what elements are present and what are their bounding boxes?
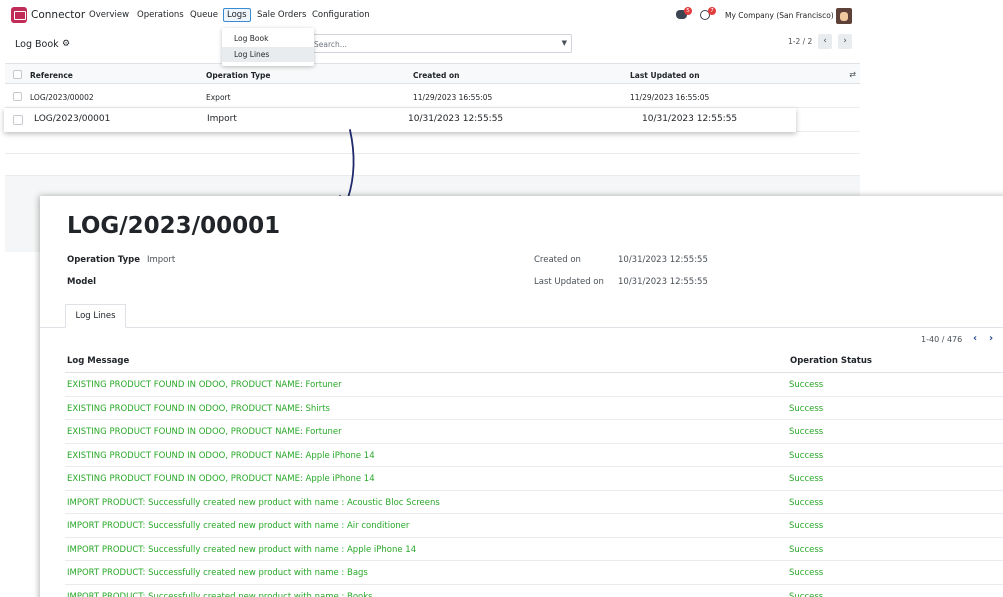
cell-operation-type: Import (207, 114, 237, 124)
menu-sale-orders[interactable]: Sale Orders (257, 10, 306, 20)
operation-status-cell: Success (789, 474, 824, 484)
menu-logs[interactable]: Logs (223, 8, 251, 22)
last-updated-on-value: 10/31/2023 12:55:55 (618, 277, 708, 287)
column-log-message[interactable]: Log Message (67, 356, 129, 366)
column-last-updated-on[interactable]: Last Updated on (630, 71, 700, 80)
menu-configuration[interactable]: Configuration (312, 10, 370, 20)
breadcrumb: Log Book (15, 39, 59, 50)
dropdown-item-log-book[interactable]: Log Book (222, 31, 314, 46)
log-message-cell: EXISTING PRODUCT FOUND IN ODOO, PRODUCT … (67, 403, 330, 414)
model-label: Model (67, 277, 97, 287)
table-row[interactable]: IMPORT PRODUCT: Successfully created new… (65, 491, 1003, 514)
cell-reference: LOG/2023/00002 (30, 93, 94, 102)
log-message-cell: EXISTING PRODUCT FOUND IN ODOO, PRODUCT … (67, 380, 342, 390)
menu-operations[interactable]: Operations (137, 10, 184, 20)
created-on-label: Created on (534, 255, 581, 265)
list-header: Reference Operation Type Created on Last… (5, 63, 860, 84)
operation-status-cell: Success (789, 497, 824, 508)
operation-type-label: Operation Type (67, 255, 141, 265)
cell-reference: LOG/2023/00001 (34, 114, 111, 124)
connector-app-icon[interactable] (11, 7, 27, 23)
tab-divider (40, 327, 1003, 328)
operation-status-cell: Success (789, 568, 824, 578)
log-message-cell: EXISTING PRODUCT FOUND IN ODOO, PRODUCT … (67, 474, 375, 484)
log-message-cell: IMPORT PRODUCT: Successfully created new… (67, 521, 410, 531)
log-lines-pager: 1-40 / 476 (921, 335, 963, 344)
operation-status-cell: Success (789, 544, 824, 555)
menu-queue[interactable]: Queue (190, 10, 218, 20)
operation-status-cell: Success (789, 450, 824, 461)
table-row[interactable]: EXISTING PRODUCT FOUND IN ODOO, PRODUCT … (65, 420, 1003, 444)
cell-last-updated-on: 11/29/2023 16:55:05 (630, 93, 710, 102)
log-message-cell: IMPORT PRODUCT: Successfully created new… (67, 591, 373, 597)
table-row[interactable]: IMPORT PRODUCT: Successfully created new… (65, 561, 1003, 585)
table-row[interactable]: EXISTING PRODUCT FOUND IN ODOO, PRODUCT … (65, 467, 1003, 491)
table-row[interactable]: LOG/2023/00002 Export 11/29/2023 16:55:0… (5, 86, 860, 108)
gear-icon[interactable]: ⚙ (62, 39, 70, 49)
cell-created-on: 10/31/2023 12:55:55 (408, 114, 504, 124)
caret-down-icon[interactable]: ▼ (562, 39, 567, 47)
top-navbar: Connector Overview Operations Queue Logs… (0, 0, 860, 32)
logs-dropdown-menu: Log Book Log Lines (222, 28, 314, 66)
search-placeholder: Search... (314, 40, 347, 49)
log-message-cell: IMPORT PRODUCT: Successfully created new… (67, 568, 368, 578)
operation-status-cell: Success (789, 521, 824, 531)
menu-overview[interactable]: Overview (89, 10, 129, 20)
table-row[interactable]: IMPORT PRODUCT: Successfully created new… (65, 538, 1003, 561)
row-checkbox[interactable] (13, 115, 23, 125)
chat-badge: 5 (684, 7, 692, 15)
select-all-checkbox[interactable] (13, 70, 22, 79)
last-updated-on-label: Last Updated on (534, 277, 604, 287)
divider (5, 153, 860, 154)
company-switcher[interactable]: My Company (San Francisco) (725, 11, 834, 20)
log-message-cell: EXISTING PRODUCT FOUND IN ODOO, PRODUCT … (67, 427, 342, 437)
chevron-right-icon[interactable]: › (838, 34, 852, 49)
column-created-on[interactable]: Created on (413, 71, 460, 80)
chevron-left-icon[interactable]: ‹ (973, 333, 977, 344)
table-row[interactable]: EXISTING PRODUCT FOUND IN ODOO, PRODUCT … (65, 397, 1003, 420)
column-operation-type[interactable]: Operation Type (206, 71, 270, 80)
tab-log-lines[interactable]: Log Lines (65, 304, 126, 328)
column-operation-status[interactable]: Operation Status (790, 356, 872, 366)
operation-status-cell: Success (789, 380, 824, 390)
log-record-form: LOG/2023/00001 Operation Type Import Mod… (40, 196, 1003, 597)
cell-operation-type: Export (206, 93, 231, 102)
column-settings-icon[interactable]: ⇄ (849, 70, 856, 79)
cell-last-updated-on: 10/31/2023 12:55:55 (642, 114, 738, 124)
column-reference[interactable]: Reference (30, 71, 73, 80)
created-on-value: 10/31/2023 12:55:55 (618, 255, 708, 265)
log-message-cell: EXISTING PRODUCT FOUND IN ODOO, PRODUCT … (67, 450, 375, 461)
table-row[interactable]: EXISTING PRODUCT FOUND IN ODOO, PRODUCT … (65, 444, 1003, 467)
log-message-cell: IMPORT PRODUCT: Successfully created new… (67, 544, 417, 555)
cell-created-on: 11/29/2023 16:55:05 (413, 93, 493, 102)
operation-type-value: Import (147, 255, 176, 265)
record-title: LOG/2023/00001 (67, 213, 281, 239)
operation-status-cell: Success (789, 403, 824, 414)
chevron-left-icon[interactable]: ‹ (818, 34, 832, 49)
operation-status-cell: Success (789, 427, 824, 437)
row-checkbox[interactable] (13, 92, 22, 101)
table-row[interactable]: IMPORT PRODUCT: Successfully created new… (65, 514, 1003, 538)
dropdown-item-log-lines[interactable]: Log Lines (222, 47, 314, 62)
table-row[interactable]: EXISTING PRODUCT FOUND IN ODOO, PRODUCT … (65, 373, 1003, 397)
table-row-highlighted[interactable]: LOG/2023/00001 Import 10/31/2023 12:55:5… (4, 108, 796, 132)
table-row[interactable]: IMPORT PRODUCT: Successfully created new… (65, 585, 1003, 597)
chevron-right-icon[interactable]: › (989, 333, 993, 344)
operation-status-cell: Success (789, 591, 824, 597)
log-message-cell: IMPORT PRODUCT: Successfully created new… (67, 497, 440, 508)
activity-badge: 7 (708, 7, 716, 15)
list-pager: 1-2 / 2 (788, 37, 813, 46)
avatar[interactable] (836, 8, 852, 24)
app-name[interactable]: Connector (31, 9, 85, 21)
